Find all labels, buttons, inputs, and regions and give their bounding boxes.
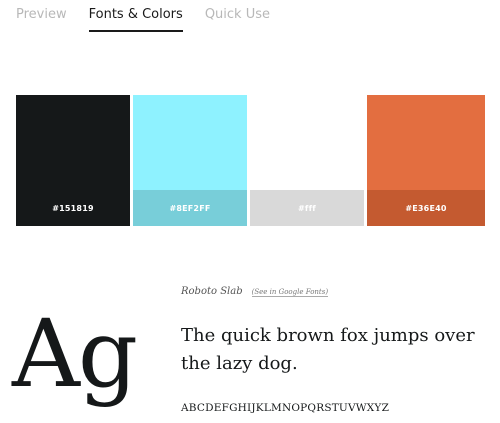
color-swatch-3[interactable]: #fff xyxy=(250,95,364,226)
font-specimen-alphabet: ABCDEFGHIJKLMNOPQRSTUVWXYZ xyxy=(181,402,390,414)
font-specimen-glyphs: Ag xyxy=(12,300,138,409)
tab-fonts-colors[interactable]: Fonts & Colors xyxy=(88,6,183,32)
font-meta: Roboto Slab (See in Google Fonts) xyxy=(181,286,329,297)
color-hex-label: #8EF2FF xyxy=(133,190,247,226)
color-swatch-4[interactable]: #E36E40 xyxy=(367,95,485,226)
color-hex-label: #fff xyxy=(250,190,364,226)
color-swatch-1[interactable]: #151819 xyxy=(16,95,130,226)
fonts-colors-panel: Preview Fonts & Colors Quick Use #151819… xyxy=(0,0,500,423)
tab-preview[interactable]: Preview xyxy=(16,6,67,32)
color-palette: #151819 #8EF2FF #fff #E36E40 xyxy=(16,95,485,226)
google-fonts-link[interactable]: (See in Google Fonts) xyxy=(251,288,329,297)
font-specimen-sentence: The quick brown fox jumps over the lazy … xyxy=(181,325,475,374)
tab-quick-use[interactable]: Quick Use xyxy=(205,6,270,32)
color-hex-label: #E36E40 xyxy=(367,190,485,226)
color-hex-label: #151819 xyxy=(16,190,130,226)
font-name: Roboto Slab xyxy=(181,286,243,297)
color-swatch-2[interactable]: #8EF2FF xyxy=(133,95,247,226)
tab-bar: Preview Fonts & Colors Quick Use xyxy=(16,6,292,32)
